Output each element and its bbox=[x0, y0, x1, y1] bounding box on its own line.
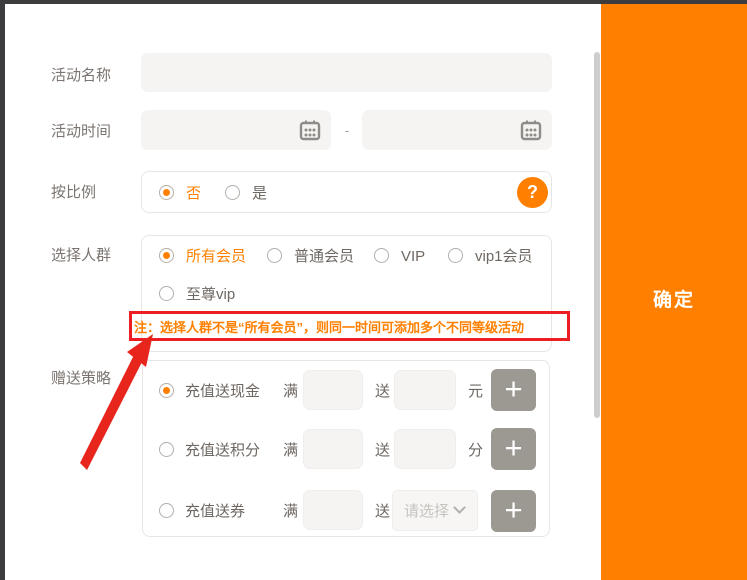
radio-recharge-cash[interactable] bbox=[159, 383, 174, 398]
calendar-icon[interactable] bbox=[299, 119, 321, 141]
unit-label: 元 bbox=[468, 384, 483, 400]
radio-vip1-label[interactable]: vip1会员 bbox=[475, 249, 533, 265]
radio-recharge-coupon[interactable] bbox=[159, 503, 174, 518]
activity-name-label: 活动名称 bbox=[51, 68, 111, 84]
radio-all-members[interactable] bbox=[159, 248, 174, 263]
radio-normal-members[interactable] bbox=[267, 248, 282, 263]
plus-icon: + bbox=[504, 374, 522, 404]
recharge-activity-dialog: 活动名称 活动时间 - 按比例 否 是 ? 选择人群 所有会员 普通会员 VIP bbox=[0, 0, 747, 580]
annotation-highlight-box bbox=[129, 311, 570, 341]
radio-no-label[interactable]: 否 bbox=[186, 186, 201, 202]
confirm-button-label: 确定 bbox=[601, 285, 747, 312]
chevron-down-icon bbox=[453, 501, 466, 514]
add-cash-rule-button[interactable]: + bbox=[491, 369, 536, 411]
radio-recharge-cash-label[interactable]: 充值送现金 bbox=[185, 384, 260, 400]
coupon-select[interactable]: 请选择 bbox=[392, 490, 478, 531]
plus-icon: + bbox=[504, 433, 522, 463]
radio-normal-members-label[interactable]: 普通会员 bbox=[294, 249, 354, 265]
cash-gift-input[interactable] bbox=[394, 370, 456, 410]
threshold-prefix: 满 bbox=[283, 443, 298, 459]
radio-supreme-vip[interactable] bbox=[159, 286, 174, 301]
confirm-button[interactable]: 确定 bbox=[601, 4, 747, 580]
radio-vip-label[interactable]: VIP bbox=[401, 249, 425, 265]
end-date-input[interactable] bbox=[362, 110, 552, 150]
radio-recharge-points[interactable] bbox=[159, 442, 174, 457]
gift-mid-label: 送 bbox=[375, 504, 390, 520]
cash-threshold-input[interactable] bbox=[303, 370, 363, 410]
calendar-icon[interactable] bbox=[520, 119, 542, 141]
date-range-separator: - bbox=[340, 122, 354, 138]
radio-vip1[interactable] bbox=[448, 248, 463, 263]
radio-vip[interactable] bbox=[374, 248, 389, 263]
coupon-threshold-input[interactable] bbox=[303, 490, 363, 530]
gift-mid-label: 送 bbox=[375, 443, 390, 459]
by-ratio-label: 按比例 bbox=[51, 185, 96, 201]
select-crowd-label: 选择人群 bbox=[51, 248, 111, 264]
gift-mid-label: 送 bbox=[375, 384, 390, 400]
help-icon[interactable]: ? bbox=[517, 177, 548, 208]
radio-recharge-points-label[interactable]: 充值送积分 bbox=[185, 443, 260, 459]
radio-recharge-coupon-label[interactable]: 充值送券 bbox=[185, 504, 245, 520]
plus-icon: + bbox=[504, 495, 522, 525]
coupon-select-placeholder: 请选择 bbox=[404, 500, 449, 521]
radio-all-members-label[interactable]: 所有会员 bbox=[186, 249, 246, 265]
question-mark: ? bbox=[527, 182, 538, 203]
radio-supreme-vip-label[interactable]: 至尊vip bbox=[186, 287, 235, 303]
start-date-input[interactable] bbox=[141, 110, 331, 150]
activity-name-input[interactable] bbox=[141, 53, 552, 92]
points-gift-input[interactable] bbox=[394, 429, 456, 469]
gift-strategy-label: 赠送策略 bbox=[51, 371, 111, 387]
scrollbar-thumb[interactable] bbox=[594, 52, 600, 418]
add-points-rule-button[interactable]: + bbox=[491, 428, 536, 470]
radio-yes[interactable] bbox=[225, 185, 240, 200]
points-threshold-input[interactable] bbox=[303, 429, 363, 469]
activity-time-label: 活动时间 bbox=[51, 124, 111, 140]
radio-yes-label[interactable]: 是 bbox=[252, 186, 267, 202]
radio-no[interactable] bbox=[159, 185, 174, 200]
unit-label: 分 bbox=[468, 443, 483, 459]
threshold-prefix: 满 bbox=[283, 504, 298, 520]
add-coupon-rule-button[interactable]: + bbox=[491, 490, 536, 532]
by-ratio-group bbox=[141, 171, 552, 213]
threshold-prefix: 满 bbox=[283, 384, 298, 400]
